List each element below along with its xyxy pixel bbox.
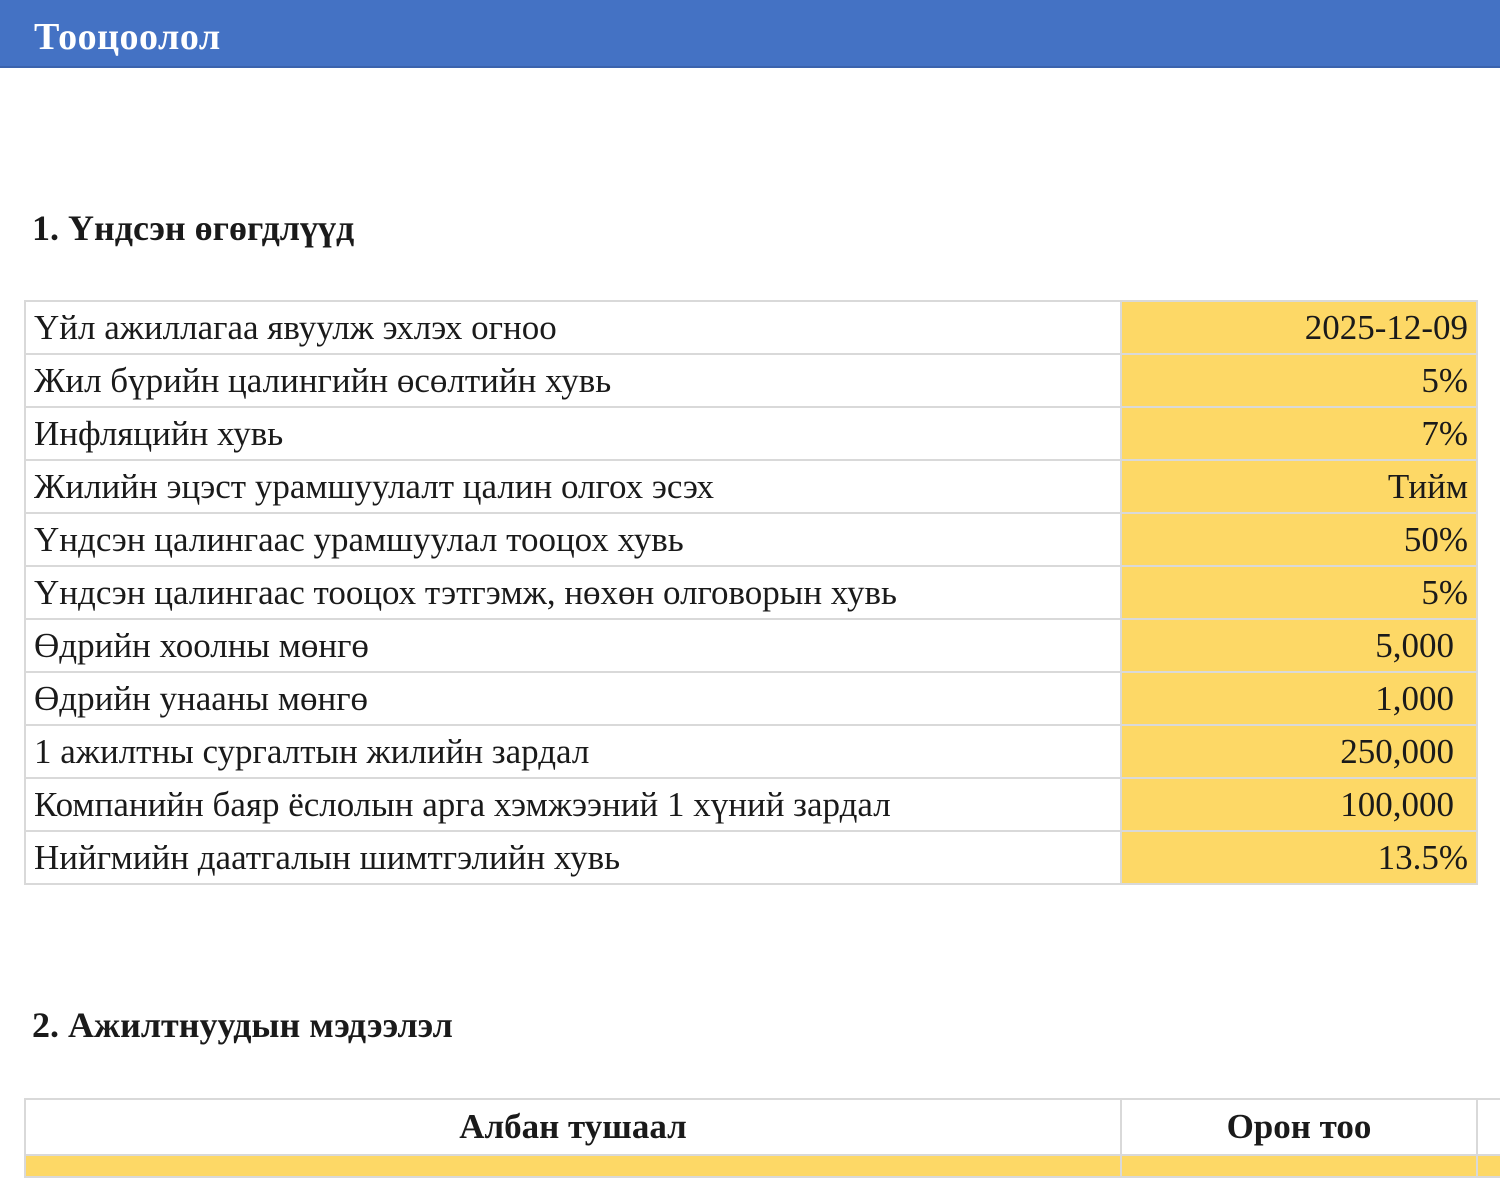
param-label-transport-money[interactable]: Өдрийн унааны мөнгө (24, 671, 1122, 726)
param-label-social-insurance[interactable]: Нийгмийн даатгалын шимтгэлийн хувь (24, 830, 1122, 885)
param-label-event-cost[interactable]: Компанийн баяр ёслолын арга хэмжээний 1 … (24, 777, 1122, 832)
table-header-row: Албан тушаал Орон тоо (24, 1098, 1500, 1156)
param-label-year-end-bonus[interactable]: Жилийн эцэст урамшуулалт цалин олгох эсэ… (24, 459, 1122, 514)
section-heading-staff-info: 2. Ажилтнуудын мэдээлэл (32, 1005, 453, 1045)
param-label-inflation[interactable]: Инфляцийн хувь (24, 406, 1122, 461)
param-label-training-cost[interactable]: 1 ажилтны сургалтын жилийн зардал (24, 724, 1122, 779)
staff-cell-extra[interactable] (1476, 1154, 1500, 1178)
column-header-empty[interactable] (1476, 1098, 1500, 1156)
param-value-event-cost[interactable]: 100,000 (1120, 777, 1478, 832)
table-row (24, 1154, 1500, 1178)
staff-table: Албан тушаал Орон тоо (24, 1098, 1500, 1178)
param-value-start-date[interactable]: 2025-12-09 (1120, 300, 1478, 355)
param-label-allowance-rate[interactable]: Үндсэн цалингаас тооцох тэтгэмж, нөхөн о… (24, 565, 1122, 620)
table-row: Жил бүрийн цалингийн өсөлтийн хувь 5% (24, 353, 1478, 408)
basic-data-table: Үйл ажиллагаа явуулж эхлэх огноо 2025-12… (24, 300, 1478, 885)
column-header-position[interactable]: Албан тушаал (24, 1098, 1122, 1156)
param-value-social-insurance[interactable]: 13.5% (1120, 830, 1478, 885)
param-value-salary-growth[interactable]: 5% (1120, 353, 1478, 408)
table-row: Өдрийн унааны мөнгө 1,000 (24, 671, 1478, 726)
section-heading-basic-data: 1. Үндсэн өгөгдлүүд (32, 208, 355, 248)
param-value-meal-money[interactable]: 5,000 (1120, 618, 1478, 673)
param-value-transport-money[interactable]: 1,000 (1120, 671, 1478, 726)
table-row: Үндсэн цалингаас урамшуулал тооцох хувь … (24, 512, 1478, 567)
table-row: 1 ажилтны сургалтын жилийн зардал 250,00… (24, 724, 1478, 779)
table-row: Үйл ажиллагаа явуулж эхлэх огноо 2025-12… (24, 300, 1478, 355)
param-value-year-end-bonus[interactable]: Тийм (1120, 459, 1478, 514)
staff-cell-position[interactable] (24, 1154, 1122, 1178)
param-label-start-date[interactable]: Үйл ажиллагаа явуулж эхлэх огноо (24, 300, 1122, 355)
table-row: Нийгмийн даатгалын шимтгэлийн хувь 13.5% (24, 830, 1478, 885)
param-value-allowance-rate[interactable]: 5% (1120, 565, 1478, 620)
param-value-bonus-rate[interactable]: 50% (1120, 512, 1478, 567)
table-row: Үндсэн цалингаас тооцох тэтгэмж, нөхөн о… (24, 565, 1478, 620)
table-row: Өдрийн хоолны мөнгө 5,000 (24, 618, 1478, 673)
column-header-headcount[interactable]: Орон тоо (1120, 1098, 1478, 1156)
sheet-title-bar: Тооцоолол (0, 0, 1500, 68)
param-value-inflation[interactable]: 7% (1120, 406, 1478, 461)
table-row: Жилийн эцэст урамшуулалт цалин олгох эсэ… (24, 459, 1478, 514)
param-label-bonus-rate[interactable]: Үндсэн цалингаас урамшуулал тооцох хувь (24, 512, 1122, 567)
param-label-meal-money[interactable]: Өдрийн хоолны мөнгө (24, 618, 1122, 673)
table-row: Инфляцийн хувь 7% (24, 406, 1478, 461)
param-label-salary-growth[interactable]: Жил бүрийн цалингийн өсөлтийн хувь (24, 353, 1122, 408)
staff-cell-headcount[interactable] (1120, 1154, 1478, 1178)
param-value-training-cost[interactable]: 250,000 (1120, 724, 1478, 779)
sheet-title: Тооцоолол (34, 16, 221, 58)
table-row: Компанийн баяр ёслолын арга хэмжээний 1 … (24, 777, 1478, 832)
